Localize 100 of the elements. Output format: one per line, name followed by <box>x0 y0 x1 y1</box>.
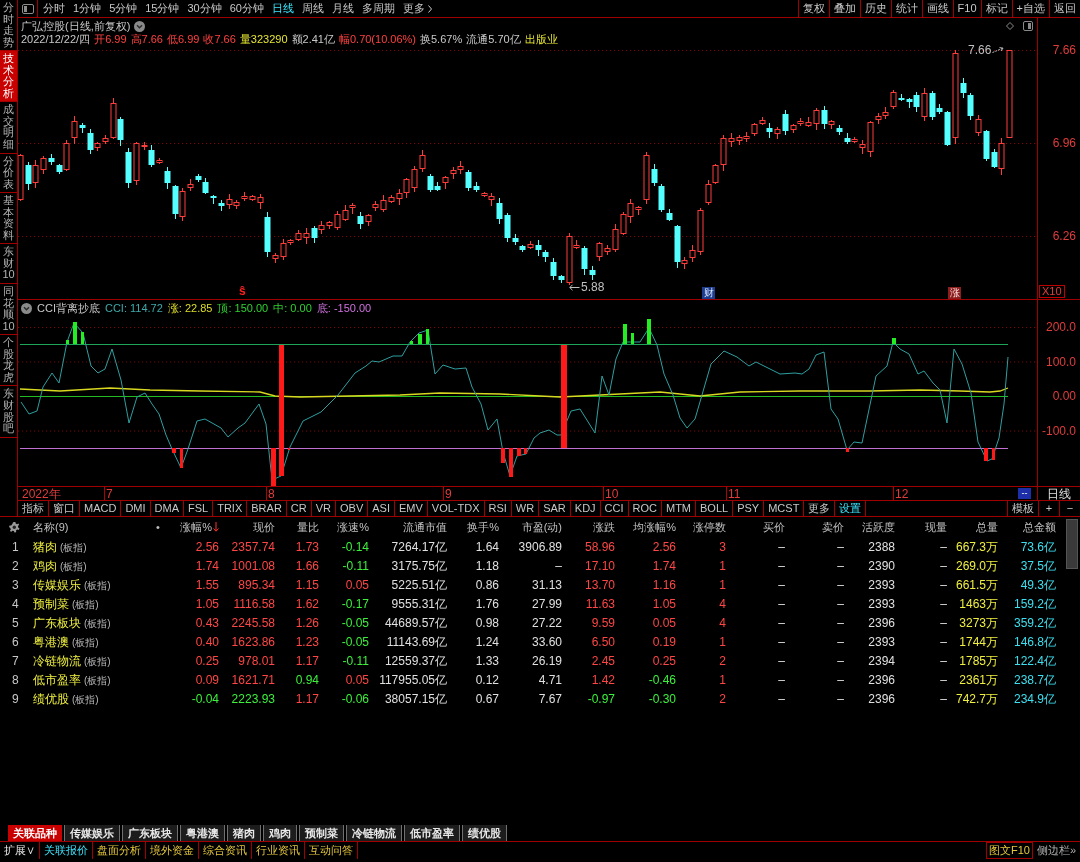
sidebar-tab[interactable]: 同花顺10 <box>0 284 17 336</box>
indicator-tab[interactable]: BRAR <box>247 501 287 516</box>
toolbar-button[interactable]: +自选 <box>1011 0 1049 17</box>
period-tab[interactable]: 15分钟 <box>145 3 180 14</box>
sector-tab[interactable]: 绩优股 <box>462 825 507 841</box>
toolbar-button[interactable]: 画线 <box>921 0 953 17</box>
period-tab[interactable]: 分时 <box>43 3 65 14</box>
toolbar-button[interactable]: 历史 <box>859 0 891 17</box>
indicator-tab[interactable]: VR <box>311 501 336 516</box>
dropdown-icon[interactable] <box>134 20 146 32</box>
column-header[interactable]: 涨速% <box>320 521 370 533</box>
column-header[interactable]: 均涨幅% <box>616 521 677 533</box>
settings-button[interactable]: 设置 <box>835 501 867 516</box>
column-header[interactable]: 市盈(动) <box>500 521 563 533</box>
dropdown-icon[interactable] <box>21 303 32 314</box>
sector-tab[interactable]: 猪肉 <box>227 825 261 841</box>
column-header[interactable]: 现价 <box>220 521 276 533</box>
panel-button[interactable]: 模板 <box>1007 501 1038 516</box>
sidebar-tab[interactable]: 技术分析 <box>0 51 17 103</box>
panel-button[interactable]: + <box>1038 501 1059 516</box>
sidebar-tab[interactable]: 东财股吧 <box>0 386 17 438</box>
column-header[interactable]: 涨跌 <box>563 521 616 533</box>
column-header[interactable]: 涨幅% <box>166 521 220 533</box>
indicator-tab[interactable]: ROC <box>628 501 662 516</box>
status-link[interactable]: 互动问答 <box>305 842 358 859</box>
status-link[interactable]: 行业资讯 <box>252 842 305 859</box>
sector-tab[interactable]: 冷链物流 <box>346 825 402 841</box>
period-tab[interactable]: 1分钟 <box>73 3 102 14</box>
indicator-tab[interactable]: MCST <box>764 501 805 516</box>
indicator-tab[interactable]: VOL-TDX <box>427 501 485 516</box>
sidebar-tab[interactable]: 分价表 <box>0 153 17 194</box>
column-header[interactable]: 涨停数 <box>677 521 727 533</box>
column-header[interactable]: 总量 <box>948 521 999 533</box>
indicator-tab[interactable]: TRIX <box>213 501 248 516</box>
toolbar-button[interactable]: 标记 <box>980 0 1012 17</box>
status-link[interactable]: 综合资讯 <box>199 842 252 859</box>
indicator-tab[interactable]: CCI <box>600 501 629 516</box>
toolbar-button[interactable]: 统计 <box>890 0 922 17</box>
indicator-tab[interactable]: 窗口 <box>49 501 80 516</box>
sector-tab[interactable]: 预制菜 <box>299 825 344 841</box>
indicator-tab[interactable]: 更多 <box>804 501 836 516</box>
period-tab[interactable]: 5分钟 <box>109 3 138 14</box>
status-link[interactable]: 关联报价 <box>40 842 93 859</box>
sector-tab[interactable]: 广东板块 <box>122 825 178 841</box>
indicator-tab[interactable]: PSY <box>733 501 765 516</box>
sidebar-toggle[interactable]: 侧边栏» <box>1034 842 1078 859</box>
more-button[interactable]: 更多 <box>403 3 432 14</box>
column-header[interactable]: 量比 <box>276 521 320 533</box>
toolbar-button[interactable]: 复权 <box>797 0 829 17</box>
indicator-tab[interactable]: DMI <box>121 501 151 516</box>
sidebar-tab[interactable]: 成交明细 <box>0 102 17 154</box>
indicator-tab[interactable]: MACD <box>80 501 122 516</box>
column-header[interactable]: 换手% <box>448 521 500 533</box>
indicator-tab[interactable]: MTM <box>662 501 697 516</box>
toolbar-button[interactable]: 返回 <box>1049 0 1080 17</box>
period-tab[interactable]: 60分钟 <box>229 3 264 14</box>
period-tab[interactable]: 日线 <box>272 3 294 14</box>
panel-icon[interactable] <box>1023 21 1033 31</box>
toolbar-button[interactable]: 叠加 <box>828 0 860 17</box>
indicator-tab[interactable]: RSI <box>484 501 512 516</box>
panel-button[interactable]: − <box>1059 501 1080 516</box>
sector-tab[interactable]: 关联品种 <box>8 825 62 841</box>
indicator-tab[interactable]: WR <box>511 501 540 516</box>
indicator-tab[interactable]: EMV <box>394 501 428 516</box>
status-link[interactable]: 境外资金 <box>146 842 199 859</box>
indicator-tab[interactable]: BOLL <box>696 501 734 516</box>
period-tab[interactable]: 周线 <box>302 3 324 14</box>
indicator-tab[interactable]: CR <box>286 501 312 516</box>
indicator-tab[interactable]: KDJ <box>570 501 601 516</box>
indicator-tab[interactable]: DMA <box>150 501 184 516</box>
column-header[interactable]: 名称(9) <box>30 521 150 533</box>
sector-tab[interactable]: 粤港澳 <box>180 825 225 841</box>
sidebar-tab[interactable]: 个股龙虎 <box>0 335 17 387</box>
toolbar-button[interactable]: F10 <box>952 0 981 17</box>
scale-button[interactable]: X10 <box>1039 285 1065 298</box>
column-header[interactable]: 买价 <box>727 521 786 533</box>
status-link[interactable]: 盘面分析 <box>93 842 146 859</box>
indicator-tab[interactable]: ASI <box>368 501 395 516</box>
column-header[interactable]: 流通市值 <box>370 521 448 533</box>
column-header[interactable]: 总金额 <box>999 521 1057 533</box>
period-tab[interactable]: 30分钟 <box>187 3 222 14</box>
column-header[interactable]: 现量 <box>896 521 948 533</box>
column-header[interactable]: 卖价 <box>786 521 845 533</box>
period-tab[interactable]: 多周期 <box>362 3 395 14</box>
indicator-tab[interactable]: OBV <box>336 501 369 516</box>
scrollbar-thumb[interactable] <box>1066 519 1078 569</box>
sector-tab[interactable]: 鸡肉 <box>263 825 297 841</box>
indicator-tab[interactable]: SAR <box>539 501 571 516</box>
table-cell: 44689.57亿 <box>384 616 448 629</box>
indicator-tab[interactable]: 指标 <box>18 501 49 516</box>
sidebar-tab[interactable]: 基本资料 <box>0 193 17 245</box>
sector-tab[interactable]: 传媒娱乐 <box>64 825 120 841</box>
f10-button[interactable]: 图文F10 <box>985 842 1033 859</box>
sector-tab[interactable]: 低市盈率 <box>404 825 460 841</box>
indicator-tab[interactable]: FSL <box>184 501 214 516</box>
sidebar-tab[interactable]: 东财10 <box>0 244 17 285</box>
settings-icon[interactable] <box>9 521 20 533</box>
expand-menu[interactable]: 扩展∨ <box>0 842 40 859</box>
column-header[interactable]: 活跃度 <box>845 521 896 533</box>
period-tab[interactable]: 月线 <box>332 3 354 14</box>
